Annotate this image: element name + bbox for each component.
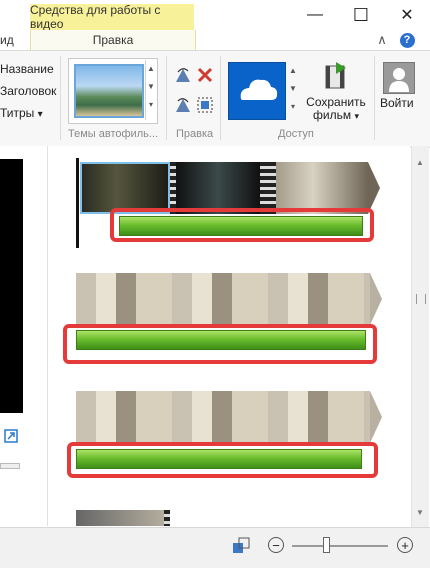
credits-label: Титры [0,106,35,120]
video-clip-4[interactable] [76,510,170,526]
zoom-slider[interactable] [292,545,388,547]
rotate-right-icon[interactable] [174,96,192,114]
select-all-icon[interactable] [196,96,214,114]
zoom-slider-thumb[interactable] [322,537,330,553]
themes-group-label: Темы автофиль... [68,128,159,140]
video-clip-3[interactable] [76,391,382,443]
scroll-thumb-grip[interactable] [416,294,426,304]
film-perforation [164,510,170,526]
close-icon: ✕ [400,7,414,24]
delete-icon[interactable] [196,66,214,84]
caption-button[interactable]: Название [0,62,54,76]
clip-frames [76,391,370,443]
clip-end-arrow [370,391,382,443]
collapse-ribbon-button[interactable]: ∧ [372,30,392,50]
playhead[interactable] [76,158,79,248]
help-button[interactable]: ? [396,30,418,50]
save-movie-button[interactable]: Сохранить фильм ▾ [305,96,367,123]
video-clip-2[interactable] [76,273,382,325]
share-more-icon: ▾ [290,102,295,111]
tab-view-label: ид [0,33,14,47]
highlight-box-1 [110,208,374,242]
user-icon [389,68,409,92]
close-button[interactable]: ✕ [384,2,430,28]
credits-button[interactable]: Титры ▾ [0,106,43,120]
edit-group-label: Правка [176,128,214,140]
seek-bar[interactable] [0,463,20,469]
gallery-scroll[interactable]: ▲ ▼ ▾ [145,60,156,120]
ribbon-separator [374,56,375,140]
scroll-down-icon[interactable]: ▼ [416,508,424,517]
onedrive-button[interactable] [228,62,286,120]
storyboard-scrollbar[interactable]: ▲ ▼ [411,146,429,527]
save-movie-icon [325,62,346,89]
onedrive-cloud-icon [240,79,278,100]
signin-avatar-tile[interactable] [383,62,415,94]
ribbon-separator [220,56,221,140]
maximize-icon: ☐ [352,4,370,25]
title-button[interactable]: Заголовок [0,84,56,98]
ribbon-separator [166,56,167,140]
theme-thumbnail[interactable] [74,64,144,118]
clip-frame [276,162,368,214]
signin-button[interactable]: Войти [380,96,414,110]
context-tab-header: Средства для работы с видео [30,3,194,31]
caption-label: Название [0,62,54,76]
title-label: Заголовок [0,84,57,98]
clip-end-arrow [368,162,380,214]
tab-edit[interactable]: Правка [30,30,196,50]
plus-icon: + [401,537,409,553]
zoom-out-button[interactable]: − [268,537,284,553]
gallery-down-icon: ▼ [147,82,155,91]
highlight-box-2 [63,324,377,364]
chevron-up-icon: ∧ [377,32,387,47]
gallery-more-icon: ▾ [148,100,153,109]
video-clip-1[interactable] [80,162,380,214]
tab-view-partial[interactable]: ид [0,30,14,50]
video-preview[interactable] [0,159,23,413]
gallery-up-icon: ▲ [147,64,155,73]
minimize-icon: — [307,6,323,23]
minus-icon: − [272,537,280,553]
status-bar [0,527,430,568]
clip-frame [80,162,170,214]
share-up-icon: ▲ [289,66,297,75]
share-down-icon: ▼ [289,84,297,93]
share-group-label: Доступ [278,128,314,140]
scroll-up-icon[interactable]: ▲ [416,158,424,167]
expand-preview-icon[interactable] [4,429,18,443]
ribbon-separator [60,56,61,140]
maximize-button[interactable]: ☐ [338,2,384,28]
clip-frames [76,273,370,325]
minimize-button[interactable]: — [292,2,338,28]
clip-end-arrow [370,273,382,325]
chevron-down-icon: ▾ [354,111,359,121]
save-movie-label-2: фильм [313,108,352,122]
zoom-in-button[interactable]: + [397,537,413,553]
film-perforation [260,162,276,214]
thumbnail-size-icon[interactable] [232,537,250,555]
share-gallery-scroll[interactable]: ▲ ▼ ▾ [288,62,298,120]
chevron-down-icon: ▾ [37,109,43,120]
rotate-left-icon[interactable] [174,66,192,84]
highlight-box-3 [67,442,378,478]
help-icon: ? [399,32,415,48]
clip-frame [176,162,260,214]
